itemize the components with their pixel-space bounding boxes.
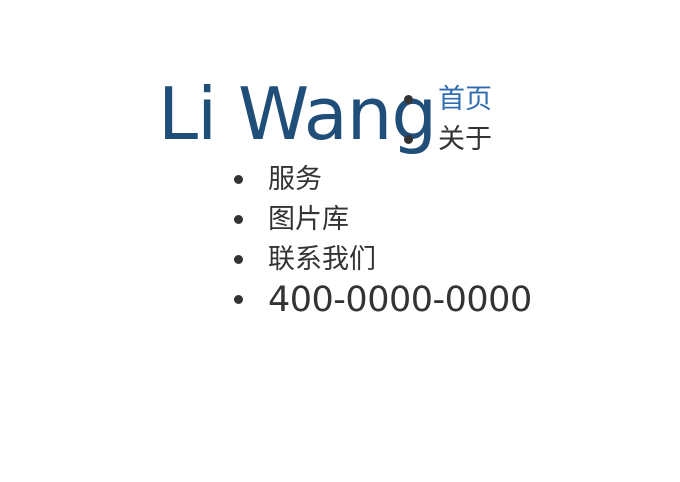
nav-item-about[interactable]: 关于 — [404, 120, 492, 160]
nav-link-services[interactable]: 服务 — [268, 164, 322, 195]
nav-item-home[interactable]: 首页 — [404, 80, 492, 120]
nav-item-services[interactable]: 服务 — [234, 160, 322, 200]
nav-link-home[interactable]: 首页 — [438, 84, 492, 115]
nav-link-gallery[interactable]: 图片库 — [268, 204, 349, 235]
nav-item-gallery[interactable]: 图片库 — [234, 200, 349, 240]
bullet-icon — [404, 95, 413, 104]
nav-link-contact[interactable]: 联系我们 — [268, 244, 376, 275]
nav-link-about[interactable]: 关于 — [438, 124, 492, 155]
bullet-icon — [234, 255, 243, 264]
bullet-icon — [404, 135, 413, 144]
nav-item-contact[interactable]: 联系我们 — [234, 240, 376, 280]
main-nav: 首页 关于 服务 图片库 联系我们 400-0000-0000 — [0, 0, 680, 482]
page: Li Wang 首页 关于 服务 图片库 联系我们 400-0000-0000 — [0, 0, 680, 482]
bullet-icon — [234, 215, 243, 224]
bullet-icon — [234, 295, 243, 304]
phone-number: 400-0000-0000 — [268, 280, 532, 320]
nav-item-phone: 400-0000-0000 — [234, 280, 532, 320]
bullet-icon — [234, 175, 243, 184]
